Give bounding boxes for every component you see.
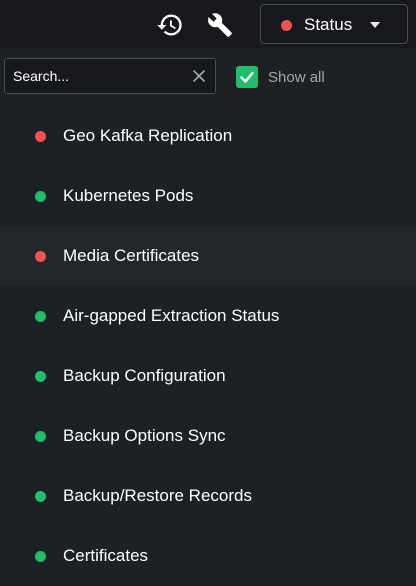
wrench-icon[interactable]: [204, 9, 236, 41]
search-input[interactable]: [13, 66, 183, 86]
status-dot: [35, 431, 46, 442]
search-box: [4, 58, 216, 94]
status-dot: [35, 371, 46, 382]
status-dot: [35, 191, 46, 202]
caret-down-icon: [370, 22, 380, 28]
list-item-label: Kubernetes Pods: [63, 186, 194, 205]
list-item[interactable]: Backup Configuration: [0, 346, 416, 406]
status-dot: [281, 20, 292, 31]
list-item[interactable]: Air-gapped Extraction Status: [0, 286, 416, 346]
status-dot: [35, 251, 46, 262]
list-item[interactable]: Backup Options Sync: [0, 406, 416, 466]
list-item[interactable]: Certificates: [0, 526, 416, 586]
list-item-label: Backup/Restore Records: [63, 486, 252, 505]
clear-icon[interactable]: [190, 67, 208, 85]
list-item-label: Media Certificates: [63, 246, 200, 265]
show-all-label: Show all: [268, 68, 325, 86]
status-list: Geo Kafka Replication Kubernetes Pods Me…: [0, 106, 416, 586]
list-item[interactable]: Kubernetes Pods: [0, 166, 416, 226]
list-item-label: Backup Configuration: [63, 366, 226, 385]
list-item[interactable]: Geo Kafka Replication: [0, 106, 416, 166]
show-all-checkbox[interactable]: [236, 66, 258, 88]
status-dropdown[interactable]: Status: [260, 4, 408, 44]
list-item[interactable]: Backup/Restore Records: [0, 466, 416, 526]
history-icon[interactable]: [154, 9, 186, 41]
filter-bar: Show all: [0, 48, 416, 106]
status-label: Status: [304, 15, 353, 34]
status-dot: [35, 491, 46, 502]
top-toolbar: Status: [0, 0, 416, 48]
list-item-label: Certificates: [63, 546, 149, 565]
checkmark-icon: [240, 71, 254, 83]
status-dot: [35, 311, 46, 322]
list-item-label: Geo Kafka Replication: [63, 126, 233, 145]
status-dot: [35, 131, 46, 142]
list-item-label: Backup Options Sync: [63, 426, 226, 445]
show-all-toggle[interactable]: Show all: [236, 65, 325, 89]
status-dot: [35, 551, 46, 562]
list-item[interactable]: Media Certificates: [0, 226, 416, 286]
list-item-label: Air-gapped Extraction Status: [63, 306, 280, 325]
